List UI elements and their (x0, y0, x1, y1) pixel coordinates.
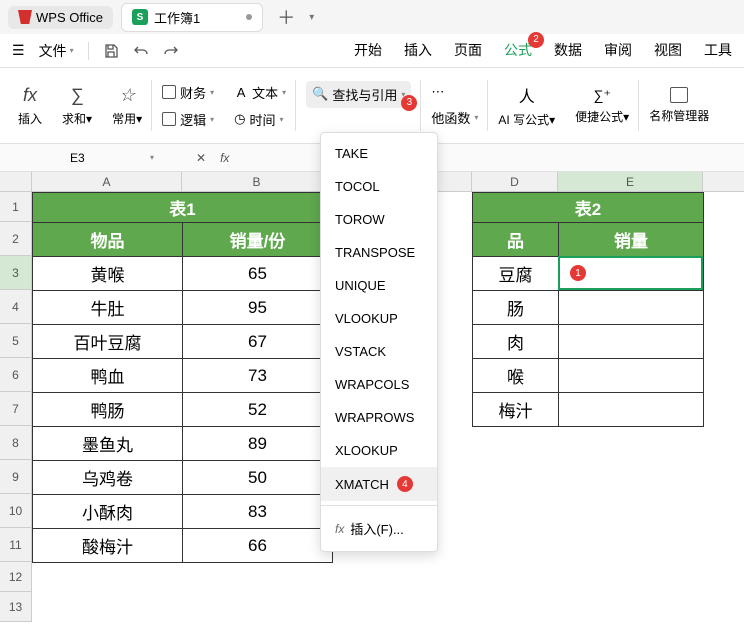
workbook-name: 工作簿1 (154, 8, 200, 27)
dropdown-insert-fn[interactable]: fx插入(F)... (321, 510, 437, 547)
dropdown-item-xlookup[interactable]: XLOOKUP (321, 434, 437, 467)
fx-icon: fx (335, 522, 344, 536)
save-icon[interactable] (103, 43, 119, 59)
row-header-7[interactable]: 7 (0, 392, 31, 426)
dropdown-item-torow[interactable]: TOROW (321, 203, 437, 236)
menubar: ☰ 文件▾ 开始插入页面公式2 数据审阅视图工具 (0, 34, 744, 68)
menu-tab-3[interactable]: 公式2 (504, 40, 532, 62)
dropdown-item-take[interactable]: TAKE (321, 137, 437, 170)
menu-tab-1[interactable]: 插入 (404, 40, 432, 62)
star-icon: ☆ (119, 85, 135, 106)
common-group[interactable]: ☆ 常用▾ (102, 68, 152, 143)
row-header-10[interactable]: 10 (0, 494, 31, 528)
separator (88, 42, 89, 60)
menu-tab-2[interactable]: 页面 (454, 40, 482, 62)
dropdown-item-wraprows[interactable]: WRAPROWS (321, 401, 437, 434)
search-icon: 🔍 (312, 86, 328, 102)
fx-icon[interactable]: fx (220, 151, 229, 165)
select-all-corner[interactable] (0, 172, 32, 191)
finance-icon (162, 85, 176, 99)
menu-tab-5[interactable]: 审阅 (604, 40, 632, 62)
table-2: 表2品销量豆腐肠肉喉梅汁 (472, 192, 704, 427)
row-header-13[interactable]: 13 (0, 592, 31, 622)
dropdown-item-wrapcols[interactable]: WRAPCOLS (321, 368, 437, 401)
titlebar: WPS Office S 工作簿1 ＋ ▾ (0, 0, 744, 34)
lookup-badge: 3 (401, 95, 417, 111)
wps-logo-icon (18, 10, 32, 24)
add-tab-button[interactable]: ＋ (271, 4, 301, 30)
ai-icon: 人 (519, 83, 535, 107)
time-button[interactable]: ◷时间▾ (234, 110, 286, 129)
name-manager-icon (670, 87, 688, 103)
ai-formula-group[interactable]: 人 AI 写公式▾ (488, 68, 565, 143)
sheet-type-icon: S (132, 9, 148, 25)
file-menu[interactable]: 文件▾ (39, 41, 74, 61)
name-box[interactable]: E3 ▾ (62, 151, 162, 165)
workbook-tab[interactable]: S 工作簿1 (121, 3, 263, 32)
sigma-icon: ∑ (71, 85, 84, 106)
insert-fn-group[interactable]: fx 插入 (8, 68, 52, 143)
more-icon: ⋯ (431, 84, 444, 100)
table-1: 表1物品销量/份黄喉65牛肚95百叶豆腐67鸭血73鸭肠52墨鱼丸89乌鸡卷50… (32, 192, 333, 563)
app-name: WPS Office (36, 10, 103, 25)
menu-tab-7[interactable]: 工具 (704, 40, 732, 62)
row-header-9[interactable]: 9 (0, 460, 31, 494)
dropdown-item-vstack[interactable]: VSTACK (321, 335, 437, 368)
ribbon-tabs: 开始插入页面公式2 数据审阅视图工具 (354, 40, 732, 62)
row-header-1[interactable]: 1 (0, 192, 31, 222)
cancel-icon[interactable]: ✕ (196, 151, 206, 165)
logic-button[interactable]: 逻辑▾ (162, 110, 214, 129)
fx-icon: fx (23, 85, 37, 106)
row-headers: 12345678910111213 (0, 192, 32, 622)
dropdown-item-vlookup[interactable]: VLOOKUP (321, 302, 437, 335)
row-header-6[interactable]: 6 (0, 358, 31, 392)
logic-icon (162, 112, 176, 126)
col-header-A[interactable]: A (32, 172, 182, 191)
row-header-5[interactable]: 5 (0, 324, 31, 358)
dropdown-badge: 4 (397, 476, 413, 492)
text-a-icon: A (234, 85, 248, 100)
dropdown-item-tocol[interactable]: TOCOL (321, 170, 437, 203)
row-header-4[interactable]: 4 (0, 290, 31, 324)
row-header-3[interactable]: 3 (0, 256, 31, 290)
menu-tab-6[interactable]: 视图 (654, 40, 682, 62)
undo-icon[interactable] (133, 43, 149, 59)
menu-tab-0[interactable]: 开始 (354, 40, 382, 62)
quick-formula-group[interactable]: ∑⁺ 便捷公式▾ (565, 68, 639, 143)
dropdown-item-xmatch[interactable]: XMATCH4 (321, 467, 437, 501)
sum-group[interactable]: ∑ 求和▾ (52, 68, 102, 143)
row-header-2[interactable]: 2 (0, 222, 31, 256)
menu-tab-4[interactable]: 数据 (554, 40, 582, 62)
row-header-12[interactable]: 12 (0, 562, 31, 592)
text-button[interactable]: A文本▾ (234, 83, 286, 102)
dropdown-item-unique[interactable]: UNIQUE (321, 269, 437, 302)
wps-badge: WPS Office (8, 6, 113, 29)
name-manager-group[interactable]: 名称管理器 (639, 68, 719, 143)
unsaved-dot-icon (246, 14, 252, 20)
clock-icon: ◷ (234, 111, 245, 127)
other-fn-button[interactable]: ⋯ (431, 84, 478, 100)
tab-chevron-icon[interactable]: ▾ (309, 12, 314, 23)
function-dropdown: TAKETOCOLTOROWTRANSPOSEUNIQUEVLOOKUPVSTA… (320, 132, 438, 552)
menu-three-lines-icon[interactable]: ☰ (12, 42, 25, 59)
dropdown-item-transpose[interactable]: TRANSPOSE (321, 236, 437, 269)
row-header-11[interactable]: 11 (0, 528, 31, 562)
row-header-8[interactable]: 8 (0, 426, 31, 460)
col-header-B[interactable]: B (182, 172, 332, 191)
finance-button[interactable]: 财务▾ (162, 83, 214, 102)
col-header-E[interactable]: E (558, 172, 703, 191)
menu-badge: 2 (528, 32, 544, 48)
lookup-ref-button[interactable]: 🔍查找与引用▾ 3 (306, 81, 411, 108)
selection-badge: 1 (570, 265, 586, 281)
chevron-down-icon: ▾ (150, 153, 154, 162)
quick-icon: ∑⁺ (593, 87, 610, 104)
redo-icon[interactable] (163, 43, 179, 59)
col-header-D[interactable]: D (472, 172, 558, 191)
